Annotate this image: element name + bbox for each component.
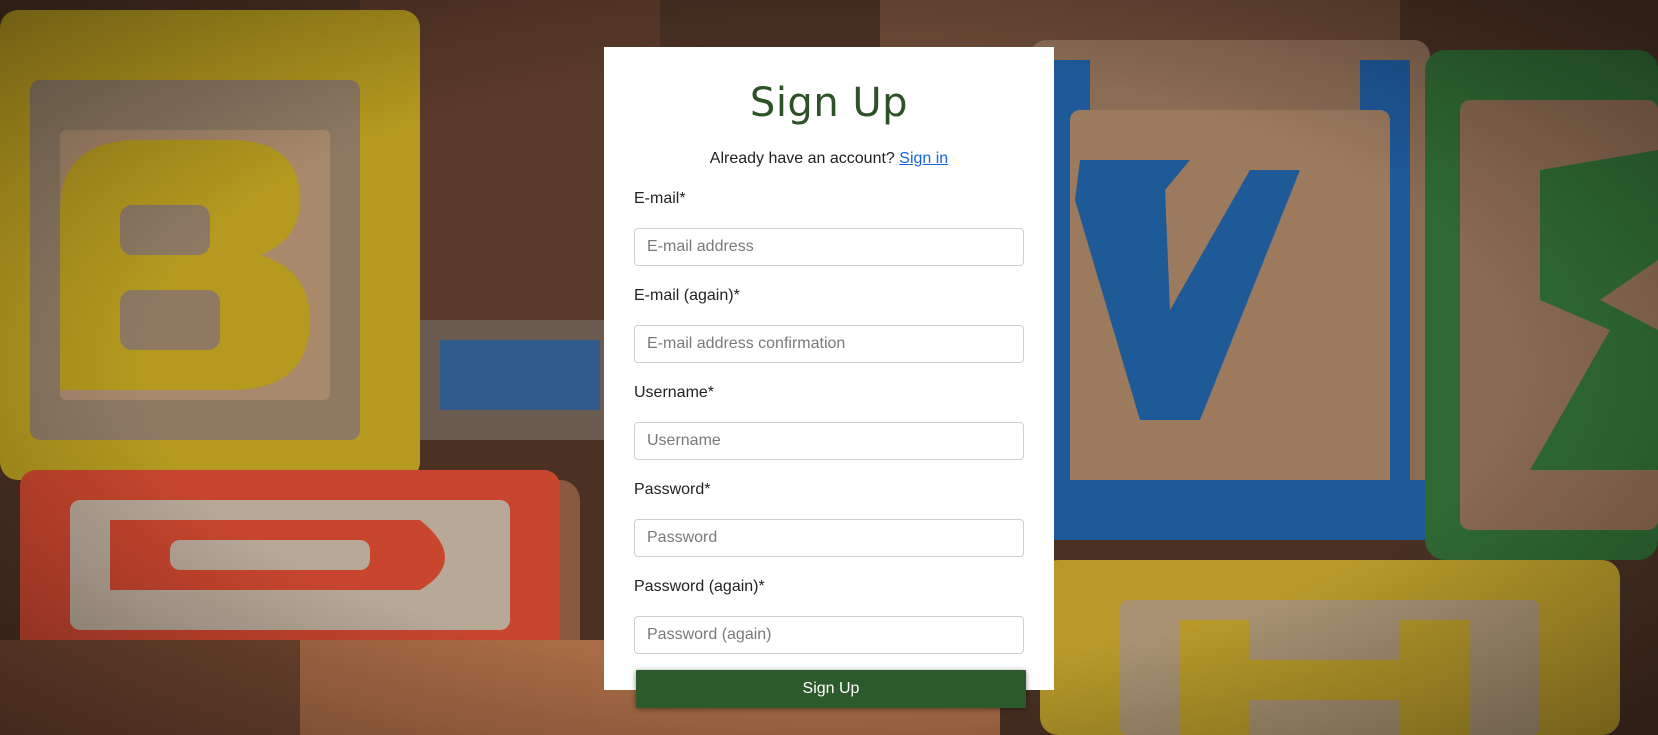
- password-field[interactable]: [634, 519, 1024, 557]
- username-label: Username*: [634, 384, 715, 401]
- page-title: Sign Up: [749, 80, 909, 126]
- password-label: Password*: [634, 481, 711, 498]
- signin-prompt: Already have an account? Sign in: [634, 149, 1024, 169]
- email-label: E-mail*: [634, 190, 686, 207]
- email-confirm-label: E-mail (again)*: [634, 287, 740, 304]
- signup-button[interactable]: Sign Up: [636, 670, 1026, 708]
- password-confirm-field[interactable]: [634, 616, 1024, 654]
- signin-link[interactable]: Sign in: [899, 150, 948, 167]
- signin-prompt-text: Already have an account?: [709, 150, 895, 167]
- email-field[interactable]: [634, 228, 1024, 266]
- username-field[interactable]: [634, 422, 1024, 460]
- password-confirm-label: Password (again)*: [634, 578, 765, 595]
- email-confirm-field[interactable]: [634, 325, 1024, 363]
- signup-card: Sign Up Already have an account? Sign in…: [604, 47, 1054, 708]
